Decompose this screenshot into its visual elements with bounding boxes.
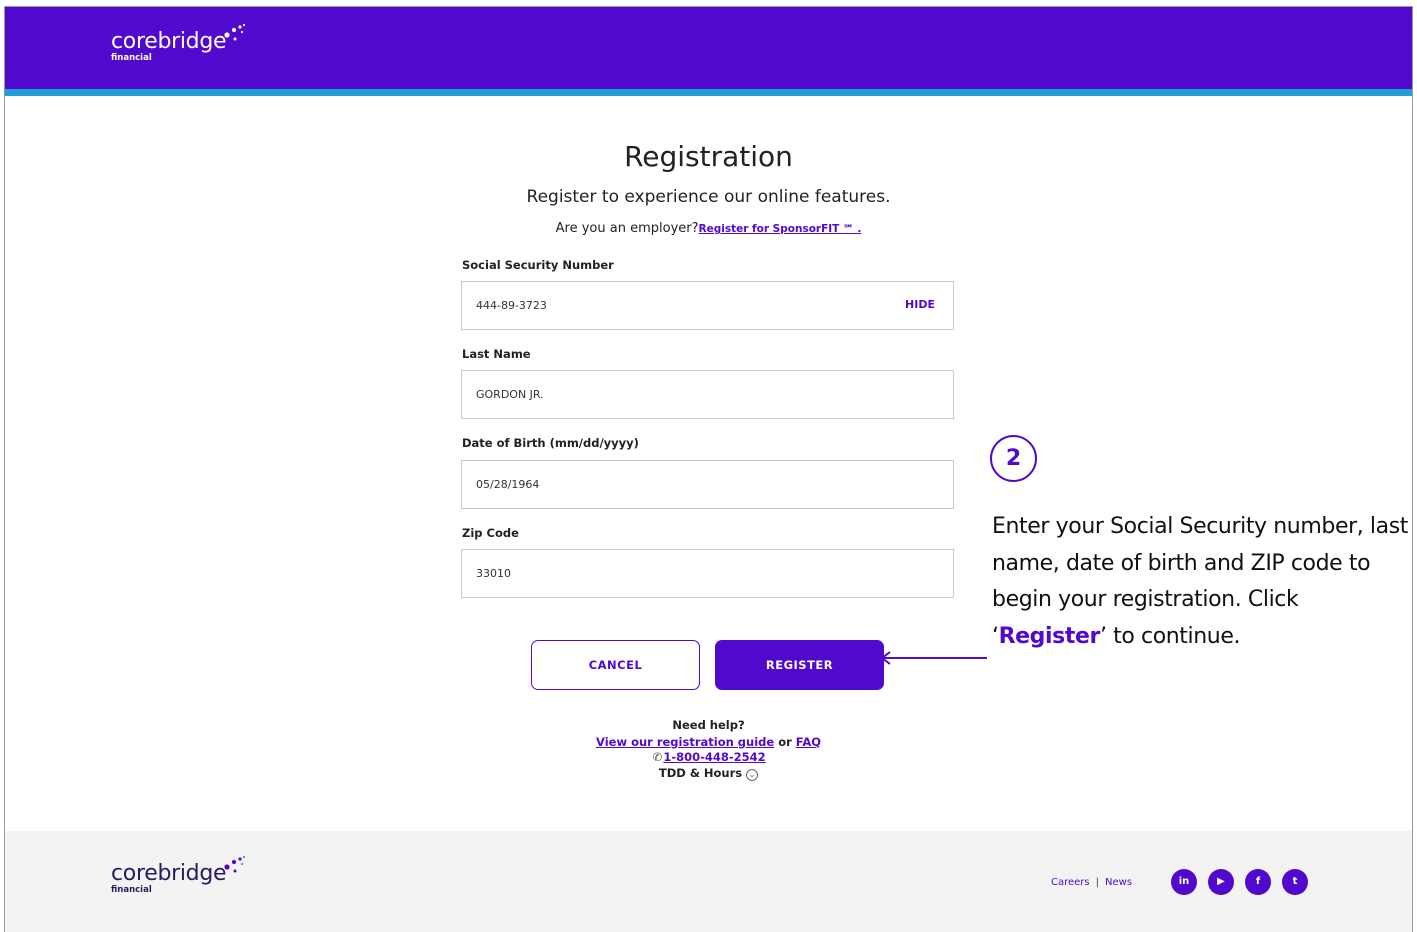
cancel-button[interactable]: CANCEL xyxy=(531,640,700,690)
phone-link[interactable]: 1-800-448-2542 xyxy=(663,750,765,764)
facebook-icon[interactable]: f xyxy=(1245,869,1271,895)
need-help-heading: Need help? xyxy=(672,718,745,732)
footer-logo-wordmark: corebridge xyxy=(111,861,227,886)
footer-logo-subtext: financial xyxy=(111,885,152,895)
youtube-icon[interactable]: ▶ xyxy=(1208,869,1234,895)
zip-input[interactable]: 33010 xyxy=(461,549,954,598)
help-links: View our registration guide or FAQ xyxy=(5,735,1412,750)
faq-link[interactable]: FAQ xyxy=(796,735,821,749)
header-accent-stripe xyxy=(5,89,1412,96)
site-footer: corebridge financial Careers | News in ▶ f… xyxy=(5,831,1412,932)
dob-input[interactable]: 05/28/1964 xyxy=(461,460,954,509)
logo-wordmark: corebridge xyxy=(111,29,227,54)
zip-value: 33010 xyxy=(476,567,511,580)
logo-subtext: financial xyxy=(111,53,152,63)
logo-dots-icon xyxy=(224,23,246,41)
careers-link[interactable]: Careers xyxy=(1051,877,1090,888)
registration-guide-link[interactable]: View our registration guide xyxy=(596,735,774,749)
news-link[interactable]: News xyxy=(1105,877,1132,888)
employer-question: Are you an employer? xyxy=(555,221,699,236)
page-subtitle: Register to experience our online featur… xyxy=(526,187,891,207)
sponsorfit-register-link[interactable]: Register for SponsorFIT ℠ . xyxy=(699,223,862,235)
tdd-hours-toggle[interactable]: TDD & Hours ⌄ xyxy=(5,766,1412,781)
dob-value: 05/28/1964 xyxy=(476,478,540,491)
twitter-icon[interactable]: t xyxy=(1282,869,1308,895)
help-or: or xyxy=(778,735,792,749)
footer-links: Careers | News xyxy=(1051,877,1132,888)
zip-label: Zip Code xyxy=(462,526,519,540)
footer-separator: | xyxy=(1095,877,1100,888)
dob-label: Date of Birth (mm/dd/yyyy) xyxy=(462,436,639,450)
ssn-hide-toggle[interactable]: HIDE xyxy=(905,298,935,311)
step-number-badge: 2 xyxy=(990,435,1037,482)
page-frame: corebridge financial Registration Regist… xyxy=(4,6,1413,932)
step-instructions: Enter your Social Security number, last … xyxy=(992,509,1412,655)
ssn-label: Social Security Number xyxy=(462,258,614,272)
phone-icon: ✆ xyxy=(652,750,663,764)
linkedin-icon[interactable]: in xyxy=(1171,869,1197,895)
chevron-down-circle-icon: ⌄ xyxy=(746,769,759,781)
logo-dots-icon xyxy=(224,855,246,873)
ssn-input[interactable]: 444-89-3723 HIDE xyxy=(461,281,954,330)
corebridge-logo[interactable]: corebridge financial xyxy=(111,23,246,63)
last-name-label: Last Name xyxy=(462,347,531,361)
footer-logo[interactable]: corebridge financial xyxy=(111,855,246,895)
page-title: Registration xyxy=(624,140,793,173)
last-name-input[interactable]: GORDON JR. xyxy=(461,370,954,419)
ssn-value: 444-89-3723 xyxy=(476,299,547,312)
site-header: corebridge financial xyxy=(5,7,1412,89)
employer-prompt: Are you an employer?Register for Sponsor… xyxy=(5,221,1412,236)
instructions-highlight: Register xyxy=(998,623,1101,649)
last-name-value: GORDON JR. xyxy=(476,388,544,401)
instructions-text-end: ’ to continue. xyxy=(1099,623,1241,649)
tdd-hours-label: TDD & Hours xyxy=(658,766,743,780)
arrow-left-icon xyxy=(880,651,987,665)
help-phone: ✆1-800-448-2542 xyxy=(5,750,1412,765)
register-button[interactable]: REGISTER xyxy=(715,640,884,690)
